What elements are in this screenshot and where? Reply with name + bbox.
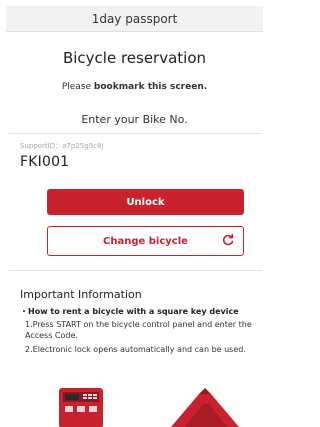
unlock-button[interactable]: Unlock [47, 189, 244, 215]
electronic-lock-image [171, 388, 239, 427]
page: 1day passport Bicycle reservation Please… [0, 0, 269, 427]
enter-bike-label: Enter your Bike No. [81, 113, 188, 126]
header-bar: 1day passport [6, 6, 263, 32]
bookmark-note-emphasis: bookmark this screen. [93, 82, 208, 92]
divider [9, 270, 262, 271]
page-title: Bicycle reservation [62, 49, 207, 67]
bookmark-note: Please bookmark this screen. [0, 82, 269, 92]
info-step-2: 2.Electronic lock opens automatically an… [25, 345, 246, 354]
header-title: 1day passport [91, 11, 178, 26]
divider [9, 133, 262, 134]
bike-number: FKI001 [20, 154, 70, 170]
refresh-icon [222, 234, 234, 246]
control-panel-image [59, 388, 103, 427]
change-bicycle-button[interactable]: Change bicycle [47, 226, 244, 256]
bookmark-note-prefix: Please [61, 82, 94, 92]
info-subtitle: ・How to rent a bicycle with a square key… [20, 307, 239, 316]
support-id: SupportID：a7p25g9c8j [20, 142, 104, 150]
unlock-label: Unlock [126, 196, 165, 208]
info-title: Important Information [20, 288, 142, 301]
change-bicycle-label: Change bicycle [103, 235, 188, 247]
info-step-1: 1.Press START on the bicycle control pan… [25, 320, 252, 340]
